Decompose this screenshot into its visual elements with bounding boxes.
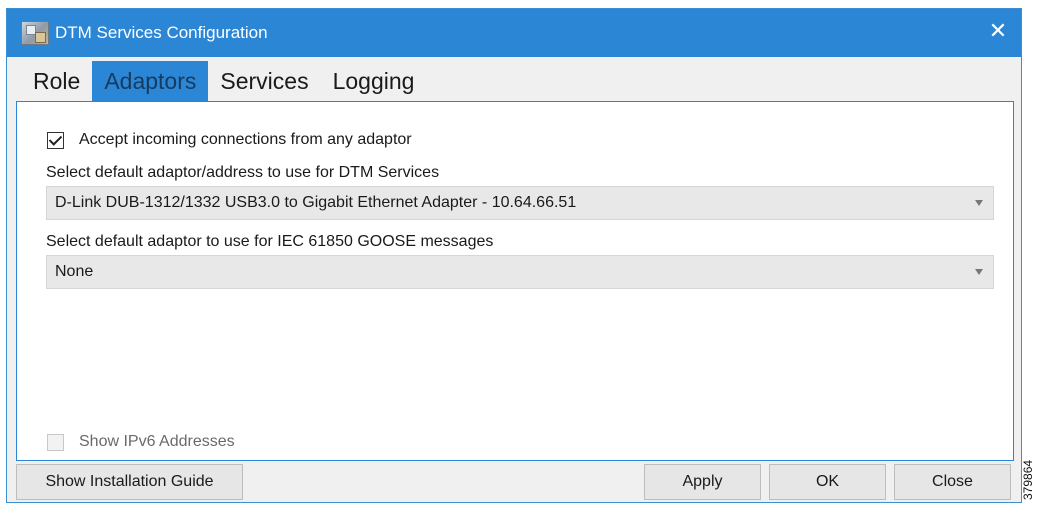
figure-id-label: 379864 [1021, 459, 1035, 500]
tab-adaptors[interactable]: Adaptors [92, 61, 209, 101]
apply-button[interactable]: Apply [644, 464, 761, 500]
goose-adaptor-label: Select default adaptor to use for IEC 61… [46, 233, 494, 250]
chevron-down-icon [975, 269, 983, 275]
show-ipv6-label: Show IPv6 Addresses [79, 433, 235, 450]
dtm-services-config-window: DTM Services Configuration ✕ Role Adapto… [6, 8, 1022, 503]
tab-services[interactable]: Services [208, 61, 320, 101]
tab-logging[interactable]: Logging [321, 61, 427, 101]
window-title: DTM Services Configuration [55, 23, 268, 42]
adaptors-panel: Accept incoming connections from any ada… [16, 101, 1014, 461]
goose-adaptor-dropdown[interactable]: None [46, 255, 994, 289]
chevron-down-icon [975, 200, 983, 206]
close-button[interactable]: Close [894, 464, 1011, 500]
accept-incoming-label: Accept incoming connections from any ada… [79, 131, 412, 148]
default-adaptor-label: Select default adaptor/address to use fo… [46, 164, 440, 181]
app-icon [21, 21, 49, 45]
show-installation-guide-button[interactable]: Show Installation Guide [16, 464, 243, 500]
accept-incoming-checkbox[interactable] [47, 132, 64, 149]
goose-adaptor-value: None [55, 263, 94, 280]
close-icon[interactable]: ✕ [985, 19, 1011, 45]
tab-strip: Role Adaptors Services Logging [21, 61, 426, 101]
default-adaptor-dropdown[interactable]: D-Link DUB-1312/1332 USB3.0 to Gigabit E… [46, 186, 994, 220]
show-ipv6-checkbox[interactable] [47, 434, 64, 451]
default-adaptor-value: D-Link DUB-1312/1332 USB3.0 to Gigabit E… [55, 194, 577, 211]
ok-button[interactable]: OK [769, 464, 886, 500]
tab-role[interactable]: Role [21, 61, 92, 101]
title-bar[interactable]: DTM Services Configuration ✕ [7, 9, 1021, 57]
